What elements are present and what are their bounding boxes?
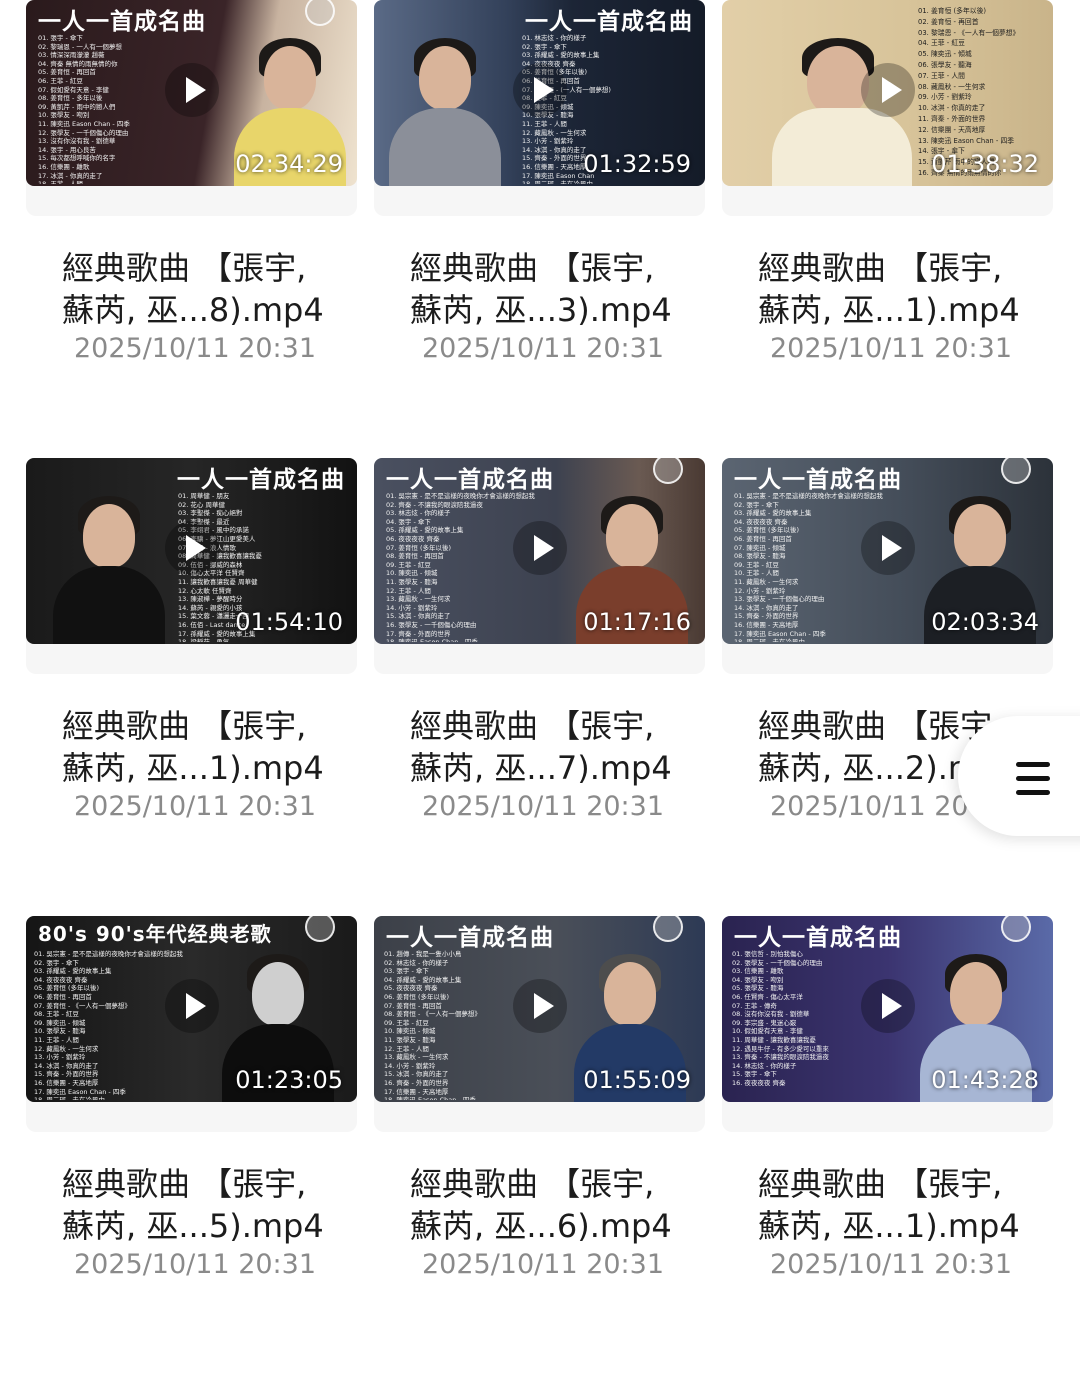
- file-name-line-1: 經典歌曲 【張宇,: [62, 249, 307, 287]
- video-duration: 01:55:09: [583, 1066, 691, 1094]
- file-name-line-2: 蘇芮, 巫...1).mp4: [758, 291, 1020, 329]
- video-date: 2025/10/11 20:31: [74, 791, 317, 822]
- video-card[interactable]: 一人一首成名曲 01. 吳宗憲 - 是不是這樣的夜晚你才會這樣的想起我 02. …: [374, 458, 705, 916]
- play-icon[interactable]: [860, 521, 915, 575]
- video-file-name[interactable]: 經典歌曲 【張宇, 蘇芮, 巫...5).mp4: [62, 1163, 352, 1247]
- file-name-line-1: 經典歌曲 【張宇,: [758, 249, 1003, 287]
- file-name-line-2: 蘇芮, 巫...1).mp4: [758, 1207, 1020, 1245]
- file-name-line-2: 蘇芮, 巫...7).mp4: [410, 749, 672, 787]
- video-duration: 01:38:32: [931, 150, 1039, 178]
- video-date: 2025/10/11 20:31: [74, 1249, 317, 1280]
- video-thumbnail[interactable]: 80's 90's年代经典老歌 01. 吳宗憲 - 是不是這樣的夜晚你才會這樣的…: [26, 916, 357, 1102]
- video-date: 2025/10/11 20:31: [770, 1249, 1013, 1280]
- hamburger-menu-icon[interactable]: [1016, 762, 1050, 796]
- thumbnail-title: 一人一首成名曲: [386, 467, 554, 493]
- video-date: 2025/10/11 20:31: [422, 1249, 665, 1280]
- video-card[interactable]: 80's 90's年代经典老歌 01. 吳宗憲 - 是不是這樣的夜晚你才會這樣的…: [26, 916, 357, 1374]
- video-duration: 02:34:29: [235, 150, 343, 178]
- video-card[interactable]: 01. 姜育恒 (多年以後) 02. 姜育恒 - 再回首 03. 黎瑞恩 - 《…: [722, 0, 1053, 458]
- video-file-name[interactable]: 經典歌曲 【張宇, 蘇芮, 巫...3).mp4: [410, 247, 700, 331]
- play-icon[interactable]: [164, 979, 219, 1033]
- singer-photo: [384, 36, 504, 186]
- play-icon[interactable]: [512, 979, 567, 1033]
- file-name-line-1: 經典歌曲 【張宇,: [62, 707, 307, 745]
- video-duration: 01:17:16: [583, 608, 691, 636]
- play-icon[interactable]: [164, 63, 219, 117]
- thumbnail-title: 一人一首成名曲: [734, 467, 902, 493]
- video-card[interactable]: 一人一首成名曲 01. 吳宗憲 - 是不是這樣的夜晚你才會這樣的想起我 02. …: [722, 458, 1053, 916]
- video-duration: 01:23:05: [235, 1066, 343, 1094]
- video-thumbnail[interactable]: 一人一首成名曲 01. 周華健 - 朋友 02. 花心 周華健 03. 李聖傑 …: [26, 458, 357, 644]
- thumbnail-title: 80's 90's年代经典老歌: [38, 922, 272, 946]
- video-date: 2025/10/11 20:31: [770, 333, 1013, 364]
- floating-menu-button[interactable]: [958, 716, 1080, 836]
- play-icon[interactable]: [860, 63, 915, 117]
- play-icon[interactable]: [512, 63, 567, 117]
- thumbnail-title: 一人一首成名曲: [177, 467, 345, 493]
- video-date: 2025/10/11 20:31: [422, 333, 665, 364]
- video-file-name[interactable]: 經典歌曲 【張宇, 蘇芮, 巫...1).mp4: [758, 1163, 1048, 1247]
- video-grid: 一人一首成名曲 01. 張宇 - 傘下 02. 黎瑞恩 - 一人有一個夢想 03…: [26, 0, 1054, 1374]
- video-card[interactable]: 一人一首成名曲 01. 張宇 - 傘下 02. 黎瑞恩 - 一人有一個夢想 03…: [26, 0, 357, 458]
- video-thumbnail[interactable]: 一人一首成名曲 01. 吳宗憲 - 是不是這樣的夜晚你才會這樣的想起我 02. …: [374, 458, 705, 644]
- thumbnail-title: 一人一首成名曲: [525, 9, 693, 35]
- thumbnail-title: 一人一首成名曲: [38, 9, 206, 35]
- video-file-name[interactable]: 經典歌曲 【張宇, 蘇芮, 巫...6).mp4: [410, 1163, 700, 1247]
- video-file-name[interactable]: 經典歌曲 【張宇, 蘇芮, 巫...8).mp4: [62, 247, 352, 331]
- video-card[interactable]: 一人一首成名曲 01. 趙傳 - 我是一隻小小鳥 02. 林志炫 - 你的樣子 …: [374, 916, 705, 1374]
- video-card[interactable]: 一人一首成名曲 01. 張信哲 - 別怕我傷心 02. 張學友 - 一千個傷心的…: [722, 916, 1053, 1374]
- file-name-line-1: 經典歌曲 【張宇,: [62, 1165, 307, 1203]
- thumbnail-title: 一人一首成名曲: [386, 925, 554, 951]
- play-icon[interactable]: [164, 521, 219, 575]
- play-icon[interactable]: [512, 521, 567, 575]
- video-thumbnail[interactable]: 01. 姜育恒 (多年以後) 02. 姜育恒 - 再回首 03. 黎瑞恩 - 《…: [722, 0, 1053, 186]
- video-date: 2025/10/11 20: [770, 791, 969, 822]
- video-thumbnail[interactable]: 一人一首成名曲 01. 張宇 - 傘下 02. 黎瑞恩 - 一人有一個夢想 03…: [26, 0, 357, 186]
- file-name-line-1: 經典歌曲 【張宇,: [758, 1165, 1003, 1203]
- video-file-name[interactable]: 經典歌曲 【張宇, 蘇芮, 巫...1).mp4: [758, 247, 1048, 331]
- thumbnail-title: 一人一首成名曲: [734, 925, 902, 951]
- singer-photo: [48, 494, 168, 644]
- video-duration: 01:43:28: [931, 1066, 1039, 1094]
- file-name-line-1: 經典歌曲 【張宇,: [410, 1165, 655, 1203]
- video-date: 2025/10/11 20:31: [74, 333, 317, 364]
- file-name-line-2: 蘇芮, 巫...3).mp4: [410, 291, 672, 329]
- video-duration: 01:32:59: [583, 150, 691, 178]
- file-name-line-1: 經典歌曲 【張宇,: [410, 707, 655, 745]
- video-duration: 01:54:10: [235, 608, 343, 636]
- video-thumbnail[interactable]: 一人一首成名曲 01. 林志炫 - 你的樣子 02. 張宇 - 傘下 03. 孫…: [374, 0, 705, 186]
- video-card[interactable]: 一人一首成名曲 01. 林志炫 - 你的樣子 02. 張宇 - 傘下 03. 孫…: [374, 0, 705, 458]
- file-name-line-2: 蘇芮, 巫...1).mp4: [62, 749, 324, 787]
- video-file-name[interactable]: 經典歌曲 【張宇, 蘇芮, 巫...1).mp4: [62, 705, 352, 789]
- video-duration: 02:03:34: [931, 608, 1039, 636]
- video-card[interactable]: 一人一首成名曲 01. 周華健 - 朋友 02. 花心 周華健 03. 李聖傑 …: [26, 458, 357, 916]
- file-name-line-2: 蘇芮, 巫...6).mp4: [410, 1207, 672, 1245]
- play-icon[interactable]: [860, 979, 915, 1033]
- video-date: 2025/10/11 20:31: [422, 791, 665, 822]
- video-thumbnail[interactable]: 一人一首成名曲 01. 張信哲 - 別怕我傷心 02. 張學友 - 一千個傷心的…: [722, 916, 1053, 1102]
- file-name-line-1: 經典歌曲 【張宇,: [410, 249, 655, 287]
- video-file-name[interactable]: 經典歌曲 【張宇, 蘇芮, 巫...7).mp4: [410, 705, 700, 789]
- video-thumbnail[interactable]: 一人一首成名曲 01. 趙傳 - 我是一隻小小鳥 02. 林志炫 - 你的樣子 …: [374, 916, 705, 1102]
- video-thumbnail[interactable]: 一人一首成名曲 01. 吳宗憲 - 是不是這樣的夜晚你才會這樣的想起我 02. …: [722, 458, 1053, 644]
- file-name-line-2: 蘇芮, 巫...8).mp4: [62, 291, 324, 329]
- file-name-line-2: 蘇芮, 巫...5).mp4: [62, 1207, 324, 1245]
